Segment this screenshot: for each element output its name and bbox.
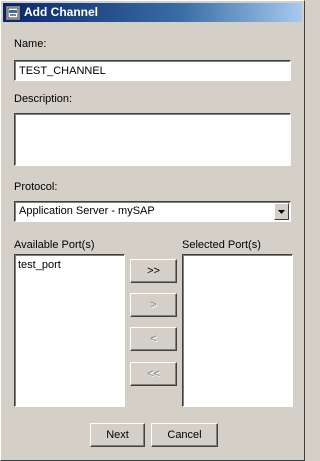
available-ports-list[interactable]: test_port xyxy=(14,254,125,407)
remove-port-button[interactable]: < xyxy=(130,327,177,351)
remove-all-ports-button[interactable]: << xyxy=(130,362,177,386)
add-channel-dialog: Add Channel Name: Description: Protocol:… xyxy=(0,0,305,461)
cancel-button[interactable]: Cancel xyxy=(151,423,218,447)
title-bar[interactable]: Add Channel xyxy=(3,3,302,22)
dropdown-arrow-icon[interactable] xyxy=(274,203,289,220)
description-textarea[interactable] xyxy=(14,113,291,166)
protocol-select[interactable]: Application Server - mySAP xyxy=(14,201,291,222)
name-input[interactable] xyxy=(14,60,291,81)
protocol-label: Protocol: xyxy=(14,181,58,193)
list-item[interactable]: test_port xyxy=(18,259,61,272)
name-label: Name: xyxy=(14,38,47,50)
add-port-button[interactable]: > xyxy=(130,293,177,317)
add-all-ports-button[interactable]: >> xyxy=(130,259,177,283)
app-window-icon xyxy=(6,5,20,20)
next-button[interactable]: Next xyxy=(90,423,145,447)
protocol-selected-value: Application Server - mySAP xyxy=(19,205,155,217)
selected-ports-label: Selected Port(s) xyxy=(182,239,261,251)
window-title: Add Channel xyxy=(24,5,98,19)
available-ports-label: Available Port(s) xyxy=(14,239,95,251)
description-label: Description: xyxy=(14,93,73,105)
selected-ports-list[interactable] xyxy=(182,254,293,407)
